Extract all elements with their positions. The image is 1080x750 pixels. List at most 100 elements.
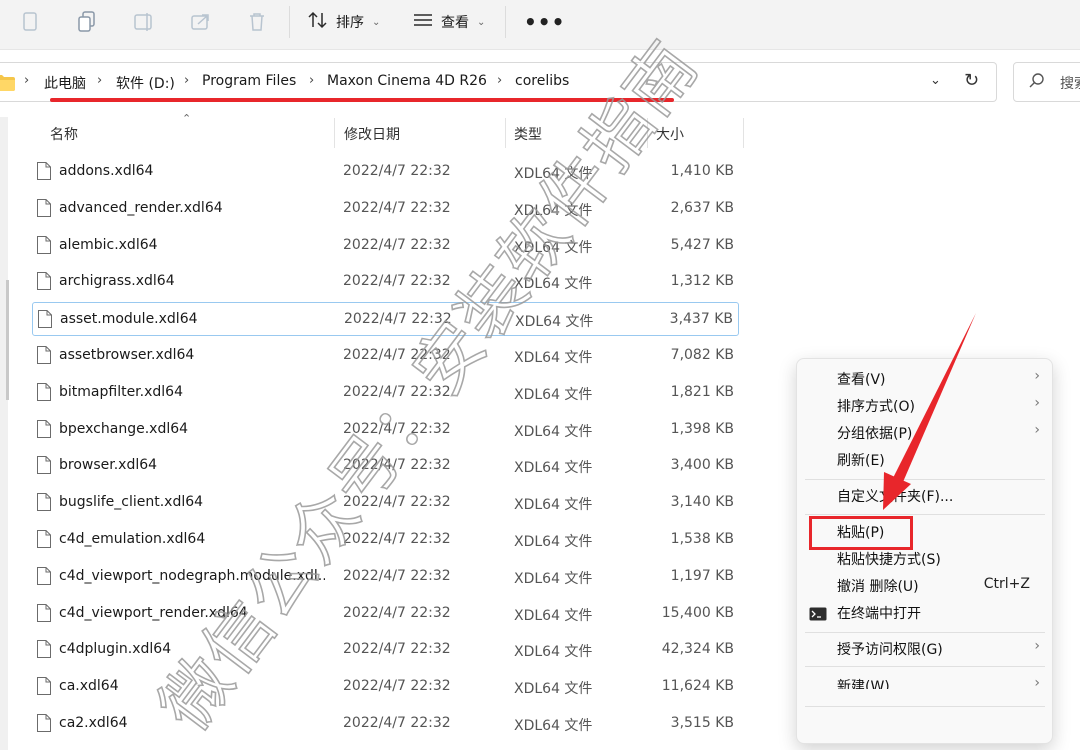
search-input[interactable]: 搜索 — [1013, 62, 1080, 102]
address-history-dropdown-icon[interactable]: ⌄ — [930, 73, 941, 88]
column-divider[interactable] — [505, 118, 506, 148]
sort-label: 排序 — [336, 15, 364, 31]
file-row[interactable]: advanced_render.xdl64 2022/4/7 22:32 XDL64… — [32, 192, 739, 226]
file-row[interactable]: ca2.xdl64 2022/4/7 22:32 XDL64 文件 3,515 KB — [32, 707, 739, 741]
chevron-right-icon[interactable]: › — [24, 73, 29, 88]
file-row[interactable]: c4dplugin.xdl64 2022/4/7 22:32 XDL64 文件 42,… — [32, 633, 739, 667]
delete-icon[interactable] — [243, 8, 271, 36]
breadcrumb-this-pc[interactable]: 此电脑 — [44, 73, 86, 93]
file-icon — [36, 603, 52, 627]
file-date: 2022/4/7 22:32 — [343, 457, 451, 473]
file-row[interactable]: bitmapfilter.xdl64 2022/4/7 22:32 XDL64 文件… — [32, 376, 739, 410]
chevron-right-icon: › — [1034, 395, 1040, 411]
menu-item-refresh[interactable]: 刷新(E) — [797, 445, 1052, 475]
file-type: XDL64 文件 — [514, 276, 593, 292]
file-row[interactable]: alembic.xdl64 2022/4/7 22:32 XDL64 文件 5,427… — [32, 229, 739, 263]
menu-item-undo-delete[interactable]: 撤消 删除(U) Ctrl+Z — [797, 571, 1052, 601]
file-row[interactable]: assetbrowser.xdl64 2022/4/7 22:32 XDL64 文件… — [32, 339, 739, 373]
file-icon — [36, 529, 52, 553]
file-icon — [36, 713, 52, 737]
chevron-right-icon[interactable]: › — [97, 73, 102, 88]
menu-item-open-terminal[interactable]: 在终端中打开 — [797, 598, 1052, 628]
file-row[interactable]: browser.xdl64 2022/4/7 22:32 XDL64 文件 3,400… — [32, 449, 739, 483]
file-size: 11,624 KB — [661, 678, 734, 694]
file-size: 3,437 KB — [669, 311, 733, 327]
toolbar-divider — [289, 6, 290, 38]
file-row[interactable]: archigrass.xdl64 2022/4/7 22:32 XDL64 文件 1,… — [32, 265, 739, 299]
breadcrumb-cinema4d[interactable]: Maxon Cinema 4D R26 — [327, 73, 487, 89]
file-name: c4d_viewport_render.xdl64 — [59, 605, 248, 621]
file-row[interactable]: bpexchange.xdl64 2022/4/7 22:32 XDL64 文件 1,… — [32, 413, 739, 447]
file-size: 1,312 KB — [670, 273, 734, 289]
file-size: 3,140 KB — [670, 494, 734, 510]
file-icon — [36, 492, 52, 516]
annotation-highlight-box — [809, 516, 913, 550]
menu-item-view[interactable]: 查看(V) › — [797, 364, 1052, 394]
file-size: 15,400 KB — [661, 605, 734, 621]
file-type: XDL64 文件 — [514, 534, 593, 550]
file-name: bpexchange.xdl64 — [59, 421, 189, 437]
share-icon[interactable] — [187, 8, 215, 36]
refresh-icon[interactable]: ↻ — [964, 70, 979, 91]
file-date: 2022/4/7 22:32 — [343, 163, 451, 179]
file-size: 3,400 KB — [670, 457, 734, 473]
file-icon — [36, 639, 52, 663]
file-row[interactable]: c4d_emulation.xdl64 2022/4/7 22:32 XDL64 文… — [32, 523, 739, 557]
chevron-right-icon: › — [1034, 422, 1040, 438]
file-date: 2022/4/7 22:32 — [343, 678, 451, 694]
file-size: 5,427 KB — [670, 237, 734, 253]
file-date: 2022/4/7 22:32 — [343, 237, 451, 253]
menu-divider — [805, 479, 1045, 480]
menu-item-label: 自定义文件夹(F)... — [837, 489, 954, 505]
menu-item-sort[interactable]: 排序方式(O) › — [797, 391, 1052, 421]
file-size: 1,410 KB — [670, 163, 734, 179]
file-row[interactable]: ca.xdl64 2022/4/7 22:32 XDL64 文件 11,624 KB — [32, 670, 739, 704]
file-row[interactable]: c4d_viewport_render.xdl64 2022/4/7 22:32 X… — [32, 597, 739, 631]
cut-icon[interactable] — [16, 8, 44, 36]
file-row[interactable]: c4d_viewport_nodegraph.module.xdl... 2022… — [32, 560, 739, 594]
file-date: 2022/4/7 22:32 — [343, 568, 451, 584]
file-row[interactable]: addons.xdl64 2022/4/7 22:32 XDL64 文件 1,410 … — [32, 155, 739, 189]
menu-item-customize-folder[interactable]: 自定义文件夹(F)... — [797, 481, 1052, 511]
file-icon — [36, 198, 52, 222]
menu-item-label: 在终端中打开 — [837, 606, 921, 622]
breadcrumb-corelibs[interactable]: corelibs — [515, 73, 569, 89]
command-bar: 排序 ⌄ 查看 ⌄ ••• — [0, 0, 1080, 50]
more-options-button[interactable]: ••• — [524, 8, 565, 36]
rename-icon[interactable] — [130, 8, 158, 36]
navigation-scrollbar[interactable] — [6, 280, 9, 400]
breadcrumb-program-files[interactable]: Program Files — [202, 73, 296, 89]
menu-item-label: 新建(W) — [837, 679, 890, 689]
copy-icon[interactable] — [73, 8, 101, 36]
breadcrumb-drive-d[interactable]: 软件 (D:) — [116, 73, 175, 93]
column-header-name[interactable]: 名称 — [50, 124, 78, 144]
menu-item-give-access[interactable]: 授予访问权限(G) › — [797, 634, 1052, 664]
menu-item-group[interactable]: 分组依据(P) › — [797, 418, 1052, 448]
file-type: XDL64 文件 — [514, 571, 593, 587]
chevron-right-icon[interactable]: › — [497, 73, 502, 88]
address-bar[interactable]: › 此电脑 › 软件 (D:) › Program Files › Maxon … — [0, 62, 997, 102]
file-type: XDL64 文件 — [514, 387, 593, 403]
chevron-right-icon[interactable]: › — [309, 73, 314, 88]
column-header-type[interactable]: 类型 — [514, 124, 542, 144]
navigation-pane-edge — [0, 117, 8, 750]
column-divider[interactable] — [743, 118, 744, 148]
file-type: XDL64 文件 — [514, 718, 593, 734]
file-row[interactable]: asset.module.xdl64 2022/4/7 22:32 XDL64 文件… — [32, 302, 739, 336]
column-header-date[interactable]: 修改日期 — [344, 124, 400, 144]
column-divider[interactable] — [647, 118, 648, 148]
file-row[interactable]: bugslife_client.xdl64 2022/4/7 22:32 XDL64… — [32, 486, 739, 520]
file-date: 2022/4/7 22:32 — [343, 494, 451, 510]
folder-icon — [0, 74, 16, 96]
file-name: ca.xdl64 — [59, 678, 119, 694]
file-name: bitmapfilter.xdl64 — [59, 384, 183, 400]
chevron-right-icon[interactable]: › — [184, 73, 189, 88]
sort-button[interactable]: 排序 ⌄ — [308, 8, 380, 36]
shortcut-text: Ctrl+Z — [983, 576, 1030, 592]
menu-item-new[interactable]: 新建(W) › — [797, 671, 1052, 689]
file-name: advanced_render.xdl64 — [59, 200, 223, 216]
view-button[interactable]: 查看 ⌄ — [413, 8, 485, 36]
search-placeholder: 搜索 — [1060, 76, 1080, 92]
column-divider[interactable] — [334, 118, 335, 148]
column-header-size[interactable]: 大小 — [656, 124, 684, 144]
